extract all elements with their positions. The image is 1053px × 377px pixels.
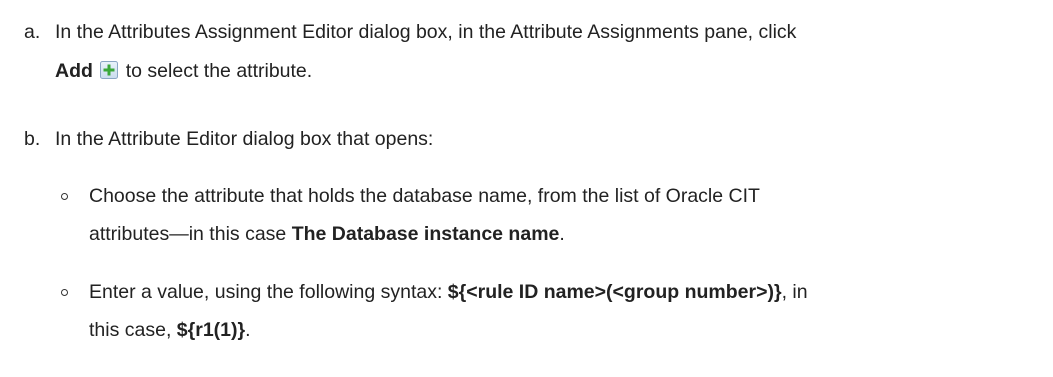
step-a-marker: a.	[24, 21, 41, 43]
bullet-1-icon	[61, 193, 68, 200]
bullet-2-text-line1: Enter a value, using the following synta…	[89, 281, 808, 303]
step-a-text-line2-rest: to select the attribute.	[125, 60, 313, 82]
step-a-text-line1: In the Attributes Assignment Editor dial…	[55, 21, 797, 43]
add-button-label: Add	[55, 60, 93, 82]
add-icon	[100, 61, 119, 79]
bullet-1-text-line2: attributes—in this case The Database ins…	[89, 223, 565, 245]
syntax-label: ${<rule ID name>(<group number>)}	[447, 281, 782, 303]
step-a-text-line2: Add to select the attribute.	[55, 59, 312, 83]
example-value-label: ${r1(1)}	[176, 319, 246, 341]
step-b-marker: b.	[24, 128, 41, 150]
step-b-text-line1: In the Attribute Editor dialog box that …	[55, 128, 434, 150]
bullet-2-text-line2: this case, ${r1(1)}.	[89, 319, 251, 341]
bullet-1-text-line1: Choose the attribute that holds the data…	[89, 185, 760, 207]
bullet-2-icon	[61, 289, 68, 296]
database-instance-name-label: The Database instance name	[291, 223, 560, 245]
